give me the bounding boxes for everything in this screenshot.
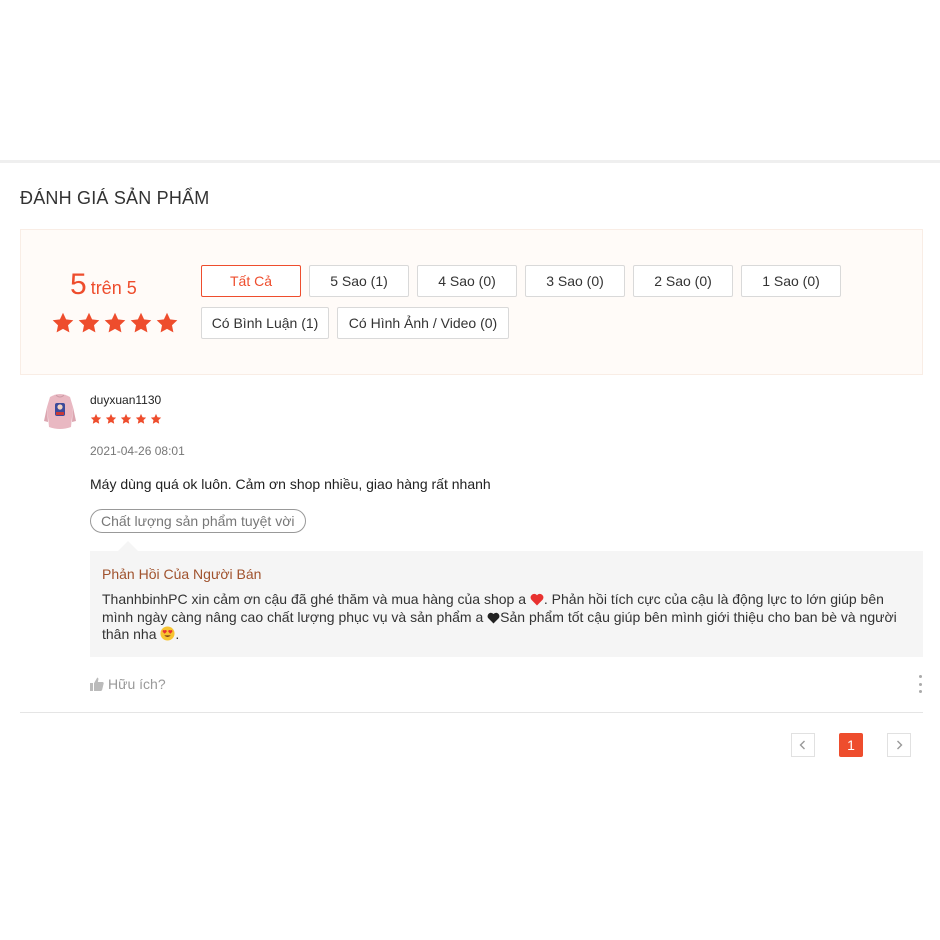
review-timestamp: 2021-04-26 08:01 bbox=[90, 444, 185, 458]
star-icon bbox=[130, 312, 152, 333]
bottom-divider bbox=[20, 712, 923, 713]
rating-overview: 5 trên 5 Tất Cả 5 Sao (1) 4 Sao (0) 3 Sao… bbox=[20, 229, 923, 375]
filter-5-star[interactable]: 5 Sao (1) bbox=[309, 265, 409, 297]
pagination-page-1[interactable]: 1 bbox=[839, 733, 863, 757]
review-stars bbox=[90, 413, 162, 425]
seller-reply-text-1: ThanhbinhPC xin cảm ơn cậu đã ghé thăm v… bbox=[102, 591, 530, 607]
filter-1-star[interactable]: 1 Sao (0) bbox=[741, 265, 841, 297]
review-tag: Chất lượng sản phẩm tuyệt vời bbox=[90, 509, 306, 533]
seller-reply-title: Phản Hồi Của Người Bán bbox=[102, 566, 262, 582]
more-vertical-icon[interactable] bbox=[916, 675, 924, 693]
review-comment: Máy dùng quá ok luôn. Cảm ơn shop nhiều,… bbox=[90, 476, 491, 492]
chevron-left-icon bbox=[799, 740, 805, 750]
star-icon bbox=[90, 413, 102, 424]
chevron-right-icon bbox=[897, 740, 903, 750]
filter-all[interactable]: Tất Cả bbox=[201, 265, 301, 297]
star-icon bbox=[120, 413, 132, 424]
red-heart-emoji bbox=[530, 593, 544, 606]
star-icon bbox=[104, 312, 126, 333]
heart-eyes-emoji bbox=[160, 626, 175, 641]
filter-with-comment[interactable]: Có Bình Luận (1) bbox=[201, 307, 329, 339]
helpful-button[interactable]: Hữu ích? bbox=[90, 676, 166, 692]
rating-score-value: 5 bbox=[70, 268, 87, 301]
pagination-prev-button[interactable] bbox=[791, 733, 815, 757]
star-icon bbox=[78, 312, 100, 333]
star-icon bbox=[156, 312, 178, 333]
avatar[interactable] bbox=[44, 391, 76, 431]
rating-score: 5 trên 5 bbox=[70, 268, 137, 302]
star-icon bbox=[150, 413, 162, 424]
top-divider bbox=[0, 160, 940, 163]
helpful-label: Hữu ích? bbox=[108, 676, 166, 692]
star-icon bbox=[135, 413, 147, 424]
section-title: ĐÁNH GIÁ SẢN PHẨM bbox=[20, 188, 210, 208]
star-icon bbox=[105, 413, 117, 424]
seller-reply-text-4: . bbox=[175, 626, 180, 642]
seller-reply-text: ThanhbinhPC xin cảm ơn cậu đã ghé thăm v… bbox=[102, 591, 912, 644]
rating-stars bbox=[51, 311, 179, 335]
rating-score-suffix: trên 5 bbox=[90, 278, 137, 298]
pagination-next-button[interactable] bbox=[887, 733, 911, 757]
star-icon bbox=[52, 312, 74, 333]
filter-3-star[interactable]: 3 Sao (0) bbox=[525, 265, 625, 297]
filter-2-star[interactable]: 2 Sao (0) bbox=[633, 265, 733, 297]
black-heart-emoji bbox=[487, 612, 500, 624]
seller-reply: Phản Hồi Của Người Bán ThanhbinhPC xin c… bbox=[90, 541, 923, 657]
thumbs-up-icon bbox=[90, 677, 104, 691]
filter-with-media[interactable]: Có Hình Ảnh / Video (0) bbox=[337, 307, 509, 339]
review-username: duyxuan1130 bbox=[90, 393, 162, 407]
filter-4-star[interactable]: 4 Sao (0) bbox=[417, 265, 517, 297]
